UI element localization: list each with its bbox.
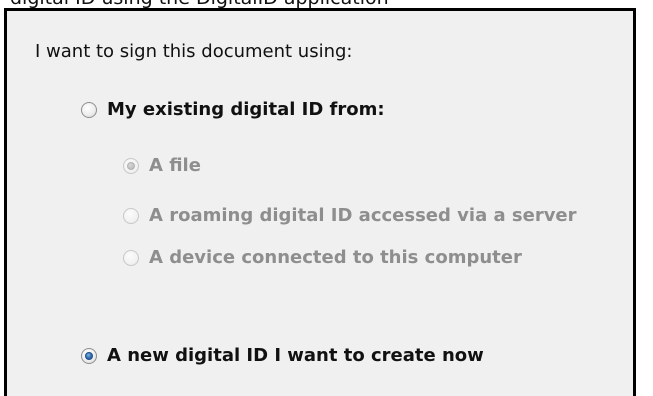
option-new-label: A new digital ID I want to create now [107,345,484,366]
radio-icon[interactable] [123,207,139,224]
suboption-device[interactable]: A device connected to this computer [123,247,522,268]
panel-heading: I want to sign this document using: [35,41,353,62]
signing-option-panel: I want to sign this document using: My e… [4,8,636,396]
radio-icon[interactable] [81,101,97,118]
top-cut-strip: digital ID using the DigitalID applicati… [0,0,653,8]
suboption-file-label: A file [149,155,201,176]
suboption-roaming-label: A roaming digital ID accessed via a serv… [149,205,577,226]
top-cut-text: digital ID using the DigitalID applicati… [10,0,389,8]
option-existing-label: My existing digital ID from: [107,99,385,120]
radio-icon[interactable] [81,347,97,364]
suboption-device-label: A device connected to this computer [149,247,522,268]
suboption-file[interactable]: A file [123,155,201,176]
option-existing-digital-id[interactable]: My existing digital ID from: [81,99,385,120]
option-new-digital-id[interactable]: A new digital ID I want to create now [81,345,484,366]
radio-icon[interactable] [123,249,139,266]
suboption-roaming-server[interactable]: A roaming digital ID accessed via a serv… [123,205,577,226]
radio-icon[interactable] [123,157,139,174]
